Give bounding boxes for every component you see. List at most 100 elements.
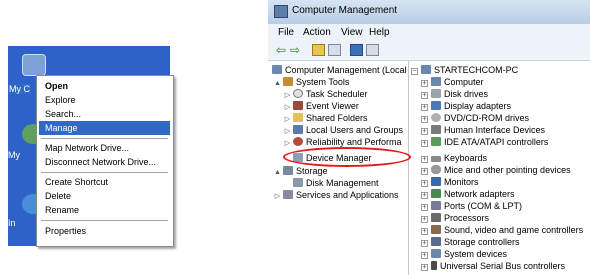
device-category[interactable]: + IDE ATA/ATAPI controllers <box>421 136 548 148</box>
collapse-arrow-icon[interactable]: ▲ <box>274 167 281 179</box>
device-category[interactable]: + Disk drives <box>421 88 488 100</box>
menu-item-open[interactable]: Open <box>39 79 170 93</box>
menu-item-create-shortcut[interactable]: Create Shortcut <box>39 175 170 189</box>
menu-file[interactable]: File <box>278 27 294 38</box>
expand-box-icon[interactable]: + <box>421 180 428 187</box>
computer-management-window: Computer Management File Action View Hel… <box>268 0 590 275</box>
tree-item-label: Monitors <box>444 177 479 187</box>
title-bar[interactable]: Computer Management <box>268 0 590 24</box>
menu-help[interactable]: Help <box>369 27 390 38</box>
menu-item-disconnect-network-drive[interactable]: Disconnect Network Drive... <box>39 155 170 169</box>
properties-icon[interactable] <box>366 44 379 56</box>
device-category[interactable]: + Storage controllers <box>421 236 520 248</box>
device-category[interactable]: + Keyboards <box>421 152 487 164</box>
forward-arrow-icon[interactable]: ⇨ <box>290 44 303 56</box>
expand-box-icon[interactable]: + <box>421 204 428 211</box>
ide-controller-icon <box>431 137 441 146</box>
tree-item-label: Display adapters <box>444 101 512 111</box>
processor-icon <box>431 213 441 222</box>
device-category[interactable]: + Computer <box>421 76 484 88</box>
port-icon <box>431 201 441 210</box>
expand-box-icon[interactable]: + <box>421 116 428 123</box>
menu-item-rename[interactable]: Rename <box>39 203 170 217</box>
menu-item-properties[interactable]: Properties <box>39 224 170 238</box>
tree-item-label: Mice and other pointing devices <box>444 165 571 175</box>
computer-management-icon <box>274 5 288 18</box>
menu-item-explore[interactable]: Explore <box>39 93 170 107</box>
menu-item-map-network-drive[interactable]: Map Network Drive... <box>39 141 170 155</box>
desktop-icon-label: My <box>8 150 20 160</box>
expand-box-icon[interactable]: + <box>421 92 428 99</box>
back-arrow-icon[interactable]: ⇦ <box>276 44 289 56</box>
device-category[interactable]: + Display adapters <box>421 100 511 112</box>
tree-item-label: System devices <box>444 249 508 259</box>
device-category[interactable]: + Human Interface Devices <box>421 124 545 136</box>
help-icon[interactable] <box>350 44 363 56</box>
tree-item-label: Processors <box>444 213 490 223</box>
up-folder-icon[interactable] <box>312 44 325 56</box>
tree-item-services-applications[interactable]: ▷ Services and Applications <box>274 189 399 201</box>
tree-item-label: System Tools <box>296 77 350 87</box>
clock-icon <box>293 89 303 98</box>
expand-arrow-icon[interactable]: ▷ <box>284 138 291 150</box>
tree-item-label: Shared Folders <box>306 113 368 123</box>
storage-icon <box>283 166 293 175</box>
show-hide-tree-icon[interactable] <box>328 44 341 56</box>
tree-item-shared-folders[interactable]: ▷ Shared Folders <box>284 112 368 124</box>
expand-box-icon[interactable]: + <box>421 128 428 135</box>
expand-box-icon[interactable]: + <box>421 228 428 235</box>
device-category[interactable]: + Ports (COM & LPT) <box>421 200 522 212</box>
system-devices-icon <box>431 249 441 258</box>
tree-item-label: Task Scheduler <box>306 89 368 99</box>
tree-item-task-scheduler[interactable]: ▷ Task Scheduler <box>284 88 368 100</box>
mouse-icon <box>431 165 441 174</box>
tree-item-storage[interactable]: ▲ Storage <box>274 165 328 177</box>
network-adapter-icon <box>431 189 441 198</box>
expand-box-icon[interactable]: + <box>421 80 428 87</box>
my-computer-icon[interactable] <box>22 54 46 76</box>
tree-item-label: Computer Management (Local <box>285 65 407 75</box>
device-category[interactable]: + Monitors <box>421 176 479 188</box>
menu-action[interactable]: Action <box>303 27 331 38</box>
expand-box-icon[interactable]: + <box>421 252 428 259</box>
tree-item-label: Storage <box>296 166 328 176</box>
tree-item-event-viewer[interactable]: ▷ Event Viewer <box>284 100 359 112</box>
device-category[interactable]: + Sound, video and game controllers <box>421 224 583 236</box>
menu-item-manage[interactable]: Manage <box>39 121 170 135</box>
expand-box-icon[interactable]: + <box>421 192 428 199</box>
users-icon <box>293 125 303 134</box>
menu-view[interactable]: View <box>341 27 363 38</box>
tree-item-computer-management[interactable]: Computer Management (Local <box>272 64 407 76</box>
device-category[interactable]: + Processors <box>421 212 489 224</box>
expand-arrow-icon[interactable]: ▷ <box>274 191 281 203</box>
expand-box-icon[interactable]: + <box>421 216 428 223</box>
device-category[interactable]: + System devices <box>421 248 507 260</box>
performance-icon <box>293 137 303 146</box>
tree-item-label: Disk drives <box>444 89 489 99</box>
collapse-arrow-icon[interactable]: ▲ <box>274 78 281 90</box>
menu-separator <box>41 172 168 173</box>
tree-item-label: Network adapters <box>444 189 515 199</box>
tree-item-local-users[interactable]: ▷ Local Users and Groups <box>284 124 403 136</box>
device-category[interactable]: + Universal Serial Bus controllers <box>421 260 565 272</box>
tree-item-system-tools[interactable]: ▲ System Tools <box>274 76 349 88</box>
menu-item-search[interactable]: Search... <box>39 107 170 121</box>
display-adapter-icon <box>431 101 441 110</box>
collapse-box-icon[interactable]: − <box>411 68 418 75</box>
device-category[interactable]: + Network adapters <box>421 188 515 200</box>
expand-box-icon[interactable]: + <box>421 264 428 271</box>
expand-box-icon[interactable]: + <box>421 240 428 247</box>
expand-box-icon[interactable]: + <box>421 156 428 163</box>
device-tree-root[interactable]: − STARTECHCOM-PC <box>411 64 518 76</box>
tools-icon <box>283 77 293 86</box>
expand-box-icon[interactable]: + <box>421 140 428 147</box>
expand-box-icon[interactable]: + <box>421 168 428 175</box>
device-tree: − STARTECHCOM-PC + Computer + Disk drives +… <box>411 60 590 275</box>
device-category[interactable]: + DVD/CD-ROM drives <box>421 112 529 124</box>
expand-box-icon[interactable]: + <box>421 104 428 111</box>
device-category[interactable]: + Mice and other pointing devices <box>421 164 571 176</box>
console-tree: Computer Management (Local ▲ System Tools… <box>272 60 409 275</box>
menu-item-delete[interactable]: Delete <box>39 189 170 203</box>
tree-item-disk-management[interactable]: Disk Management <box>293 177 379 189</box>
computer-icon <box>431 77 441 86</box>
